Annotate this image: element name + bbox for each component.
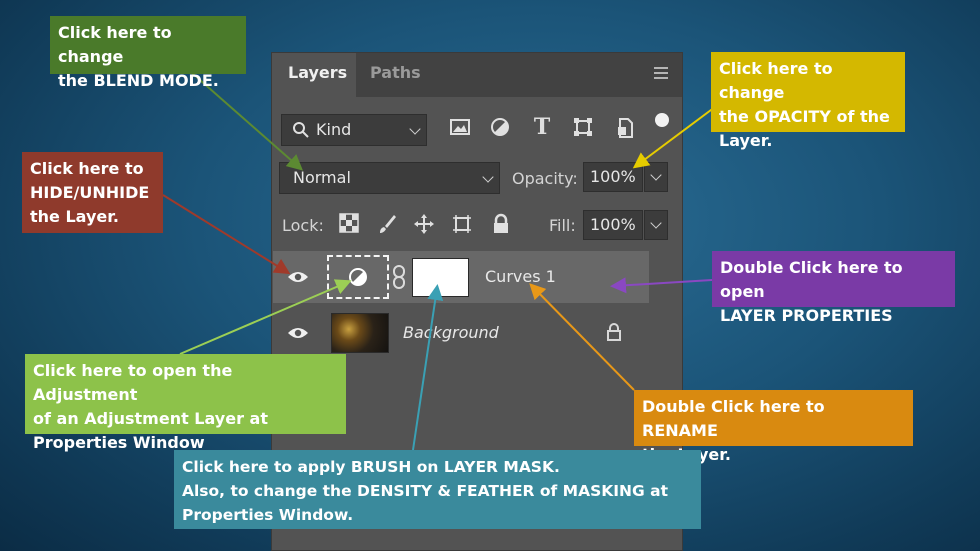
type-filter-icon[interactable]: T [530,115,554,139]
fill-field[interactable]: 100% [583,210,643,240]
blend-mode-select[interactable]: Normal [279,162,500,194]
annotation-text: the BLEND MODE. [58,71,219,90]
adjustment-filter-icon[interactable] [488,117,512,142]
opacity-dropdown-button[interactable] [644,162,668,192]
panel-tab-bar: Layers Paths [272,53,682,97]
fill-dropdown-button[interactable] [644,210,668,240]
annotation-text: of an Adjustment Layer at [33,409,268,428]
layer-name[interactable]: Background [403,323,499,342]
tab-layers[interactable]: Layers [272,53,356,97]
chevron-down-icon [482,171,494,183]
annotation-text: Double Click here to RENAME [642,397,825,440]
annotation-opacity: Click here to change the OPACITY of the … [711,52,905,150]
annotation-adjustment: Click here to open the Adjustment of an … [25,354,346,452]
filter-kind-label: Kind [316,120,352,139]
tab-paths[interactable]: Paths [354,53,437,97]
annotation-text: Click here to apply BRUSH on LAYER MASK. [182,458,560,476]
annotation-hide: Click here to HIDE/UNHIDE the Layer. [22,152,163,233]
panel-menu-icon[interactable] [654,67,668,79]
adjustment-icon [349,268,367,286]
chevron-down-icon [409,123,421,135]
fill-label: Fill: [549,216,576,235]
annotation-rename: Double Click here to RENAME the Layer. [634,390,913,464]
layer-row-curves[interactable]: Curves 1 [273,251,649,303]
opacity-label: Opacity: [512,169,578,188]
annotation-text: Click here to change [58,23,172,66]
layer-mask-thumbnail[interactable] [412,258,469,297]
blend-mode-value: Normal [293,168,351,187]
annotation-text: Click here to [30,159,144,178]
annotation-text: the Layer. [30,207,119,226]
image-filter-icon[interactable] [448,117,472,142]
annotation-text: Click here to change [719,59,833,102]
filter-kind-select[interactable]: Kind [281,114,427,146]
lock-image-pixels-icon[interactable] [376,213,398,240]
annotation-text: Double Click here to open [720,258,903,301]
lock-artboard-icon[interactable] [450,213,474,240]
mask-link-icon[interactable] [392,264,406,290]
annotation-text: Click here to open the Adjustment [33,361,233,404]
annotation-text: Layer. [719,131,773,150]
chevron-down-icon [650,217,662,229]
layer-name[interactable]: Curves 1 [485,267,556,286]
search-icon [292,121,310,143]
lock-transparent-pixels-icon[interactable] [338,213,360,238]
lock-all-icon[interactable] [489,213,513,240]
opacity-field[interactable]: 100% [583,162,643,192]
lock-position-icon[interactable] [412,213,436,240]
smart-object-filter-icon[interactable] [613,117,637,144]
fill-value: 100% [590,215,636,234]
lock-icon [607,323,621,341]
annotation-text: Properties Window. [182,506,354,524]
annotation-layer-properties: Double Click here to open LAYER PROPERTI… [712,251,955,325]
annotation-blend-mode: Click here to change the BLEND MODE. [50,16,246,90]
annotation-text: HIDE/UNHIDE [30,183,150,202]
hide-arrow [162,194,291,275]
adjustment-thumbnail[interactable] [327,255,389,299]
annotation-text: the OPACITY of the [719,107,890,126]
layer-thumbnail[interactable] [331,313,389,353]
filter-toggle-icon[interactable] [655,113,669,127]
opacity-value: 100% [590,167,636,186]
layer-row-background[interactable]: Background [273,307,649,359]
annotation-text: LAYER PROPERTIES [720,306,893,325]
annotation-text: Also, to change the DENSITY & FEATHER of… [182,482,669,500]
lock-label: Lock: [282,216,324,235]
chevron-down-icon [650,169,662,181]
annotation-layer-mask: Click here to apply BRUSH on LAYER MASK.… [174,450,701,529]
shape-filter-icon[interactable] [571,117,595,142]
visibility-eye-icon[interactable] [287,326,309,340]
visibility-eye-icon[interactable] [287,270,309,284]
